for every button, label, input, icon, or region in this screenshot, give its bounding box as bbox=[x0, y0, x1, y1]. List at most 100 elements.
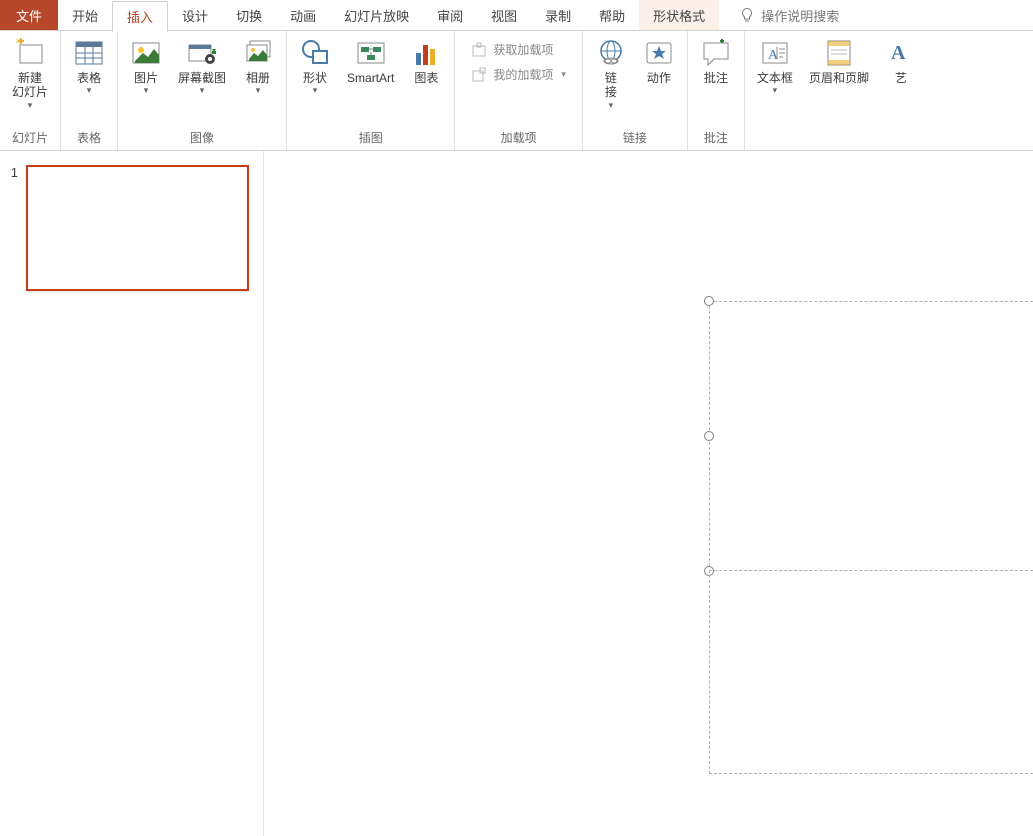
shapes-label: 形状 bbox=[303, 71, 327, 85]
ribbon: 新建 幻灯片 ▾ 幻灯片 表格 ▾ 表格 图片 ▾ bbox=[0, 31, 1033, 151]
group-text-label bbox=[835, 132, 838, 148]
addin-icon bbox=[471, 67, 487, 83]
lightbulb-icon bbox=[739, 7, 755, 23]
action-button[interactable]: 动作 bbox=[637, 35, 681, 87]
screenshot-label: 屏幕截图 bbox=[178, 71, 226, 85]
slide-canvas-area[interactable]: 单击此 bbox=[264, 151, 1033, 836]
tell-me-label: 操作说明搜索 bbox=[761, 6, 839, 25]
tab-bar: 文件 开始 插入 设计 切换 动画 幻灯片放映 审阅 视图 录制 帮助 形状格式… bbox=[0, 0, 1033, 31]
album-icon bbox=[242, 37, 274, 69]
shapes-icon bbox=[299, 37, 331, 69]
resize-handle[interactable] bbox=[704, 431, 714, 441]
textbox-button[interactable]: A 文本框 ▾ bbox=[751, 35, 799, 98]
screenshot-button[interactable]: 屏幕截图 ▾ bbox=[172, 35, 232, 98]
main-area: 1 单击此 bbox=[0, 151, 1033, 836]
tab-review[interactable]: 审阅 bbox=[423, 0, 477, 30]
group-tables-label: 表格 bbox=[77, 129, 101, 148]
album-label: 相册 bbox=[246, 71, 270, 85]
group-illustrations: 形状 ▾ SmartArt 图表 插图 bbox=[287, 31, 455, 150]
dropdown-icon: ▾ bbox=[609, 100, 614, 111]
tab-file[interactable]: 文件 bbox=[0, 0, 58, 30]
svg-text:A: A bbox=[891, 42, 906, 64]
dropdown-icon: ▾ bbox=[773, 85, 778, 96]
new-slide-label: 新建 幻灯片 bbox=[12, 71, 48, 100]
wordart-button[interactable]: A 艺 bbox=[879, 35, 923, 87]
dropdown-icon: ▾ bbox=[313, 85, 318, 96]
tab-help[interactable]: 帮助 bbox=[585, 0, 639, 30]
table-button[interactable]: 表格 ▾ bbox=[67, 35, 111, 98]
chart-button[interactable]: 图表 bbox=[404, 35, 448, 87]
group-comments-label: 批注 bbox=[704, 129, 728, 148]
action-label: 动作 bbox=[647, 71, 671, 85]
dropdown-icon: ▾ bbox=[200, 85, 205, 96]
slide-thumbnail-panel[interactable]: 1 bbox=[0, 151, 264, 836]
tab-animations[interactable]: 动画 bbox=[276, 0, 330, 30]
get-addins-button[interactable]: 获取加载项 bbox=[467, 39, 570, 60]
group-illustrations-label: 插图 bbox=[359, 129, 383, 148]
tab-slideshow[interactable]: 幻灯片放映 bbox=[330, 0, 423, 30]
wordart-icon: A bbox=[885, 37, 917, 69]
new-slide-button[interactable]: 新建 幻灯片 ▾ bbox=[6, 35, 54, 113]
link-icon bbox=[595, 37, 627, 69]
tab-shape-format[interactable]: 形状格式 bbox=[639, 0, 719, 30]
chart-icon bbox=[410, 37, 442, 69]
dropdown-icon: ▾ bbox=[561, 69, 566, 80]
tab-insert[interactable]: 插入 bbox=[112, 1, 168, 32]
picture-icon bbox=[130, 37, 162, 69]
dropdown-icon: ▾ bbox=[256, 85, 261, 96]
group-tables: 表格 ▾ 表格 bbox=[61, 31, 118, 150]
action-icon bbox=[643, 37, 675, 69]
slide-thumbnail-row: 1 bbox=[0, 165, 263, 291]
textbox-label: 文本框 bbox=[757, 71, 793, 85]
my-addins-button[interactable]: 我的加载项 ▾ bbox=[467, 64, 570, 85]
group-comments: 批注 批注 bbox=[688, 31, 745, 150]
slide-number: 1 bbox=[4, 165, 18, 180]
picture-button[interactable]: 图片 ▾ bbox=[124, 35, 168, 98]
tab-home[interactable]: 开始 bbox=[58, 0, 112, 30]
link-button[interactable]: 链 接 ▾ bbox=[589, 35, 633, 113]
textbox-icon: A bbox=[759, 37, 791, 69]
table-icon bbox=[73, 37, 105, 69]
smartart-button[interactable]: SmartArt bbox=[341, 35, 400, 87]
group-links: 链 接 ▾ 动作 链接 bbox=[583, 31, 688, 150]
group-images: 图片 ▾ 屏幕截图 ▾ 相册 ▾ 图像 bbox=[118, 31, 287, 150]
comment-icon bbox=[700, 37, 732, 69]
tell-me-search[interactable]: 操作说明搜索 bbox=[719, 0, 839, 30]
comment-button[interactable]: 批注 bbox=[694, 35, 738, 87]
dropdown-icon: ▾ bbox=[87, 85, 92, 96]
wordart-label: 艺 bbox=[895, 71, 907, 85]
table-label: 表格 bbox=[77, 71, 101, 85]
header-footer-label: 页眉和页脚 bbox=[809, 71, 869, 85]
slide-1-thumbnail[interactable] bbox=[26, 165, 249, 291]
my-addins-label: 我的加载项 bbox=[493, 66, 553, 83]
group-slides: 新建 幻灯片 ▾ 幻灯片 bbox=[0, 31, 61, 150]
group-addins-label: 加载项 bbox=[501, 129, 537, 148]
smartart-label: SmartArt bbox=[347, 71, 394, 85]
link-label: 链 接 bbox=[605, 71, 617, 100]
comment-label: 批注 bbox=[704, 71, 728, 85]
subtitle-placeholder[interactable]: 单击此 bbox=[709, 570, 1033, 774]
shapes-button[interactable]: 形状 ▾ bbox=[293, 35, 337, 98]
new-slide-icon bbox=[14, 37, 46, 69]
header-footer-icon bbox=[823, 37, 855, 69]
group-images-label: 图像 bbox=[190, 129, 214, 148]
group-addins: 获取加载项 我的加载项 ▾ 加载项 bbox=[455, 31, 583, 150]
title-placeholder[interactable] bbox=[709, 301, 1033, 571]
tab-design[interactable]: 设计 bbox=[168, 0, 222, 30]
tab-record[interactable]: 录制 bbox=[531, 0, 585, 30]
get-addins-label: 获取加载项 bbox=[493, 41, 553, 58]
picture-label: 图片 bbox=[134, 71, 158, 85]
dropdown-icon: ▾ bbox=[28, 100, 33, 111]
store-icon bbox=[471, 42, 487, 58]
header-footer-button[interactable]: 页眉和页脚 bbox=[803, 35, 875, 87]
chart-label: 图表 bbox=[414, 71, 438, 85]
dropdown-icon: ▾ bbox=[144, 85, 149, 96]
slide-canvas[interactable]: 单击此 bbox=[404, 165, 1033, 836]
smartart-icon bbox=[355, 37, 387, 69]
tab-view[interactable]: 视图 bbox=[477, 0, 531, 30]
screenshot-icon bbox=[186, 37, 218, 69]
album-button[interactable]: 相册 ▾ bbox=[236, 35, 280, 98]
resize-handle[interactable] bbox=[704, 296, 714, 306]
group-slides-label: 幻灯片 bbox=[12, 129, 48, 148]
tab-transitions[interactable]: 切换 bbox=[222, 0, 276, 30]
